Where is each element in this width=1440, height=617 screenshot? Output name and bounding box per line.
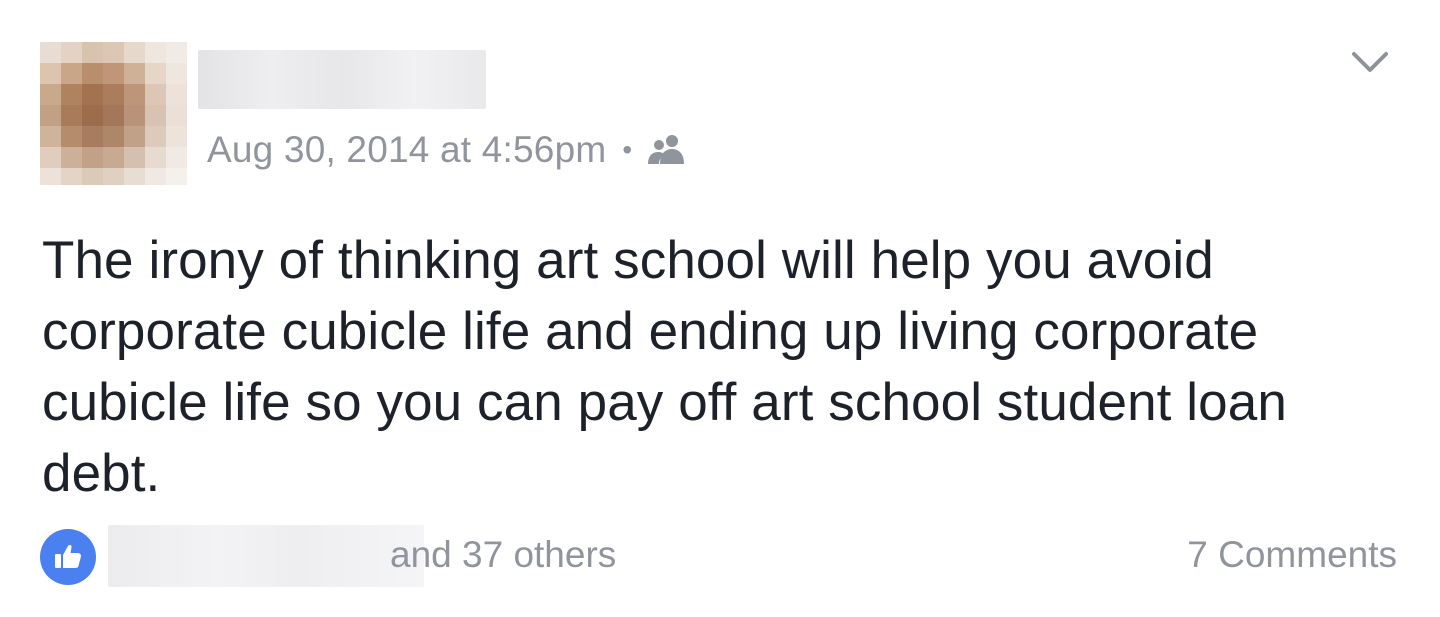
avatar-pixel	[82, 105, 104, 127]
post-body: The irony of thinking art school will he…	[42, 231, 1287, 503]
author-name-blurred[interactable]	[198, 50, 486, 109]
avatar-pixel	[61, 105, 83, 127]
reactions-bar: and 37 others 7 Comments	[40, 525, 1400, 587]
avatar-pixel	[40, 42, 62, 64]
avatar-pixel	[166, 63, 187, 85]
avatar-pixel	[166, 105, 187, 127]
avatar-pixel	[82, 84, 104, 106]
post-timestamp[interactable]: Aug 30, 2014 at 4:56pm	[207, 124, 606, 176]
avatar-pixel	[82, 147, 104, 169]
avatar-pixel	[145, 42, 167, 64]
avatar-pixel	[61, 84, 83, 106]
avatar-pixel	[124, 63, 146, 85]
avatar-pixel	[61, 147, 83, 169]
avatar-pixel	[61, 63, 83, 85]
avatar-pixel	[145, 147, 167, 169]
post-meta: Aug 30, 2014 at 4:56pm •	[207, 124, 690, 176]
avatar-pixel	[145, 63, 167, 85]
avatar-pixel	[82, 168, 104, 185]
avatar-pixel	[103, 42, 125, 64]
avatar-pixel	[145, 168, 167, 185]
avatar-pixel	[124, 105, 146, 127]
avatar-pixel	[103, 63, 125, 85]
avatar-pixel	[166, 147, 187, 169]
avatar-pixel	[145, 126, 167, 148]
avatar-pixel	[103, 168, 125, 185]
like-icon[interactable]	[40, 529, 96, 585]
avatar-pixel	[61, 126, 83, 148]
chevron-down-icon[interactable]	[1348, 44, 1392, 80]
avatar-pixel	[124, 42, 146, 64]
avatar-pixel	[103, 84, 125, 106]
avatar-pixel	[40, 147, 62, 169]
avatar-pixel	[124, 126, 146, 148]
avatar-pixel	[166, 84, 187, 106]
avatar-pixel	[124, 147, 146, 169]
avatar-pixel	[145, 84, 167, 106]
avatar-pixel	[103, 126, 125, 148]
avatar-pixel	[82, 42, 104, 64]
avatar-pixel	[82, 63, 104, 85]
likes-others-link[interactable]: and 37 others	[390, 529, 616, 581]
avatar-pixel	[40, 105, 62, 127]
meta-separator: •	[622, 134, 633, 165]
avatar-pixel	[103, 105, 125, 127]
avatar-pixel	[40, 168, 62, 185]
avatar-pixel	[61, 42, 83, 64]
liker-names-blurred[interactable]	[108, 525, 424, 587]
avatar-pixel	[145, 105, 167, 127]
avatar-pixel	[166, 168, 187, 185]
avatar-pixel	[40, 126, 62, 148]
avatar-pixel	[40, 63, 62, 85]
avatar-pixel	[166, 42, 187, 64]
post-card: Aug 30, 2014 at 4:56pm • The irony of th…	[0, 0, 1440, 617]
avatar-pixel	[124, 168, 146, 185]
friends-icon[interactable]	[646, 132, 690, 168]
avatar-pixel	[103, 147, 125, 169]
avatar-pixel	[166, 126, 187, 148]
comments-count-link[interactable]: 7 Comments	[1187, 529, 1397, 581]
avatar-pixel	[124, 84, 146, 106]
avatar[interactable]	[40, 42, 187, 185]
avatar-pixel	[61, 168, 83, 185]
avatar-pixel	[82, 126, 104, 148]
avatar-pixel	[40, 84, 62, 106]
